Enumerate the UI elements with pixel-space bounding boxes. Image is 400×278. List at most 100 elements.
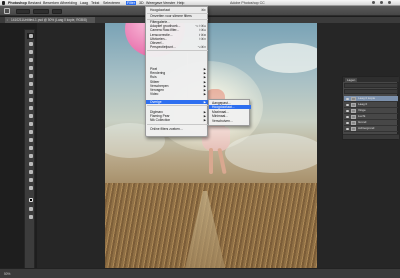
- wifi-icon[interactable]: [372, 1, 375, 5]
- menu-separator: [147, 105, 208, 106]
- quick-select-tool[interactable]: [27, 57, 34, 63]
- menu-item-label: Nik Collection: [150, 118, 171, 123]
- eraser-tool[interactable]: [27, 113, 34, 119]
- filter-menu-item[interactable]: Perspectiefpunt... ⌥⌘V: [146, 45, 209, 49]
- filter-menu-item[interactable]: Online filters zoeken...: [146, 127, 209, 131]
- brush-tool[interactable]: [27, 89, 34, 95]
- search-icon[interactable]: [388, 1, 391, 5]
- window-title: Adobe Photoshop CC: [230, 0, 265, 5]
- eye-icon[interactable]: [345, 115, 349, 118]
- menu-laag[interactable]: Laag: [80, 1, 88, 5]
- marquee-tool[interactable]: [27, 41, 34, 47]
- eye-icon[interactable]: [345, 109, 349, 112]
- menu-item-label: Perspectiefpunt...: [150, 45, 176, 50]
- eye-icon[interactable]: [345, 121, 349, 124]
- layer-name: Grond: [358, 120, 367, 124]
- menu-afbeelding[interactable]: Afbeelding: [60, 1, 77, 5]
- menu-bewerken[interactable]: Bewerken: [43, 1, 59, 5]
- layer-name: Lucht: [358, 114, 366, 118]
- quick-mask-tool[interactable]: [27, 206, 34, 212]
- filter-menu-item[interactable]: Nik Collection ▶: [146, 118, 209, 122]
- path-select-tool[interactable]: [27, 161, 34, 167]
- menu-app-name[interactable]: Photoshop: [8, 1, 27, 5]
- document-tab-title: 1410211Untitled-1.psd @ 50% (Laag 0 kopi…: [11, 18, 87, 22]
- menu-3d[interactable]: 3D: [139, 1, 144, 5]
- blend-mode-row[interactable]: [344, 89, 398, 94]
- cloud: [225, 133, 317, 173]
- screen-mode-tool[interactable]: [27, 214, 34, 220]
- type-tool[interactable]: [27, 153, 34, 159]
- eye-icon[interactable]: [345, 127, 349, 130]
- layer-row[interactable]: Vinge: [344, 108, 398, 114]
- hand-tool[interactable]: [27, 177, 34, 183]
- brush-icon: [28, 90, 33, 94]
- cloud: [255, 43, 317, 73]
- lasso-tool[interactable]: [27, 49, 34, 55]
- blur-tool[interactable]: [27, 129, 34, 135]
- zoom-tool[interactable]: [27, 185, 34, 191]
- layers-panel: Lagen Laag 0 kopie Laag 0 Vinge Lucht Gr…: [342, 76, 399, 140]
- menu-filter[interactable]: Filter: [126, 0, 136, 5]
- layer-row[interactable]: Lucht: [344, 114, 398, 120]
- layer-filter-row[interactable]: [344, 83, 398, 88]
- screen-mode-icon: [28, 215, 33, 219]
- tool-panel: [24, 29, 35, 269]
- history-brush-icon: [28, 106, 33, 110]
- layer-select-field[interactable]: [33, 8, 49, 14]
- document-image[interactable]: [105, 23, 317, 268]
- transform-controls-field[interactable]: [52, 8, 62, 14]
- layer-row[interactable]: Laag 0: [344, 102, 398, 108]
- menu-separator: [147, 124, 208, 125]
- foreground-color[interactable]: [27, 197, 34, 203]
- move-tool[interactable]: [27, 33, 34, 39]
- blur-icon: [28, 130, 33, 134]
- menu-weergave[interactable]: Weergave: [146, 1, 162, 5]
- auto-select-field[interactable]: [16, 8, 30, 14]
- status-bar: 50%: [0, 268, 400, 278]
- volume-icon[interactable]: [380, 1, 383, 5]
- layers-panel-header: Lagen: [343, 77, 399, 82]
- shortcut-label: ⌘F: [201, 8, 206, 12]
- menu-selecteren[interactable]: Selecteren: [103, 1, 120, 5]
- gradient-tool[interactable]: [27, 121, 34, 127]
- eye-icon[interactable]: [345, 97, 349, 100]
- filter-menu-item[interactable]: Video ▶: [146, 92, 209, 96]
- healing-tool[interactable]: [27, 81, 34, 87]
- eye-icon[interactable]: [345, 103, 349, 106]
- stamp-tool[interactable]: [27, 97, 34, 103]
- rectangle-icon: [28, 170, 33, 174]
- menu-bestand[interactable]: Bestand: [28, 1, 41, 5]
- menu-help[interactable]: Help: [177, 1, 184, 5]
- layers-panel-footer: [343, 134, 399, 139]
- zoom-level[interactable]: 50%: [4, 272, 10, 276]
- submenu-item[interactable]: Verschuiven...: [209, 119, 251, 123]
- filter-menu-item-highlighted[interactable]: Overige ▶: [146, 99, 209, 104]
- pen-tool[interactable]: [27, 145, 34, 151]
- filter-menu-item[interactable]: Hoogdoorlaat ⌘F: [146, 8, 209, 12]
- apple-icon[interactable]: [2, 1, 5, 5]
- menu-venster[interactable]: Venster: [163, 1, 175, 5]
- tab-layers[interactable]: Lagen: [345, 77, 358, 82]
- marquee-icon: [28, 42, 33, 46]
- filter-menu-item[interactable]: Omzetten voor slimme filters: [146, 14, 209, 18]
- dodge-tool[interactable]: [27, 137, 34, 143]
- submenu-arrow-icon: ▶: [203, 99, 206, 104]
- lasso-icon: [28, 50, 33, 54]
- eraser-icon: [28, 114, 33, 118]
- shape-tool[interactable]: [27, 169, 34, 175]
- menu-item-label: Overige: [150, 99, 162, 104]
- menu-tekst[interactable]: Tekst: [91, 1, 99, 5]
- layer-row[interactable]: Laag 0 kopie: [344, 96, 398, 102]
- close-icon[interactable]: ×: [7, 18, 10, 22]
- move-tool-icon[interactable]: [4, 8, 10, 14]
- layer-name: Vinge: [358, 108, 366, 112]
- eyedropper-tool[interactable]: [27, 73, 34, 79]
- history-brush-tool[interactable]: [27, 105, 34, 111]
- layer-row[interactable]: Grond: [344, 120, 398, 126]
- type-icon: [28, 154, 33, 158]
- crop-tool[interactable]: [27, 65, 34, 71]
- wand-icon: [28, 58, 33, 62]
- layer-name: Laag 0 kopie: [358, 96, 376, 100]
- other-filters-submenu: Aangepast... Hoogdoorlaat... Maximaal...…: [208, 99, 251, 126]
- layer-row[interactable]: Achtergrond: [344, 126, 398, 132]
